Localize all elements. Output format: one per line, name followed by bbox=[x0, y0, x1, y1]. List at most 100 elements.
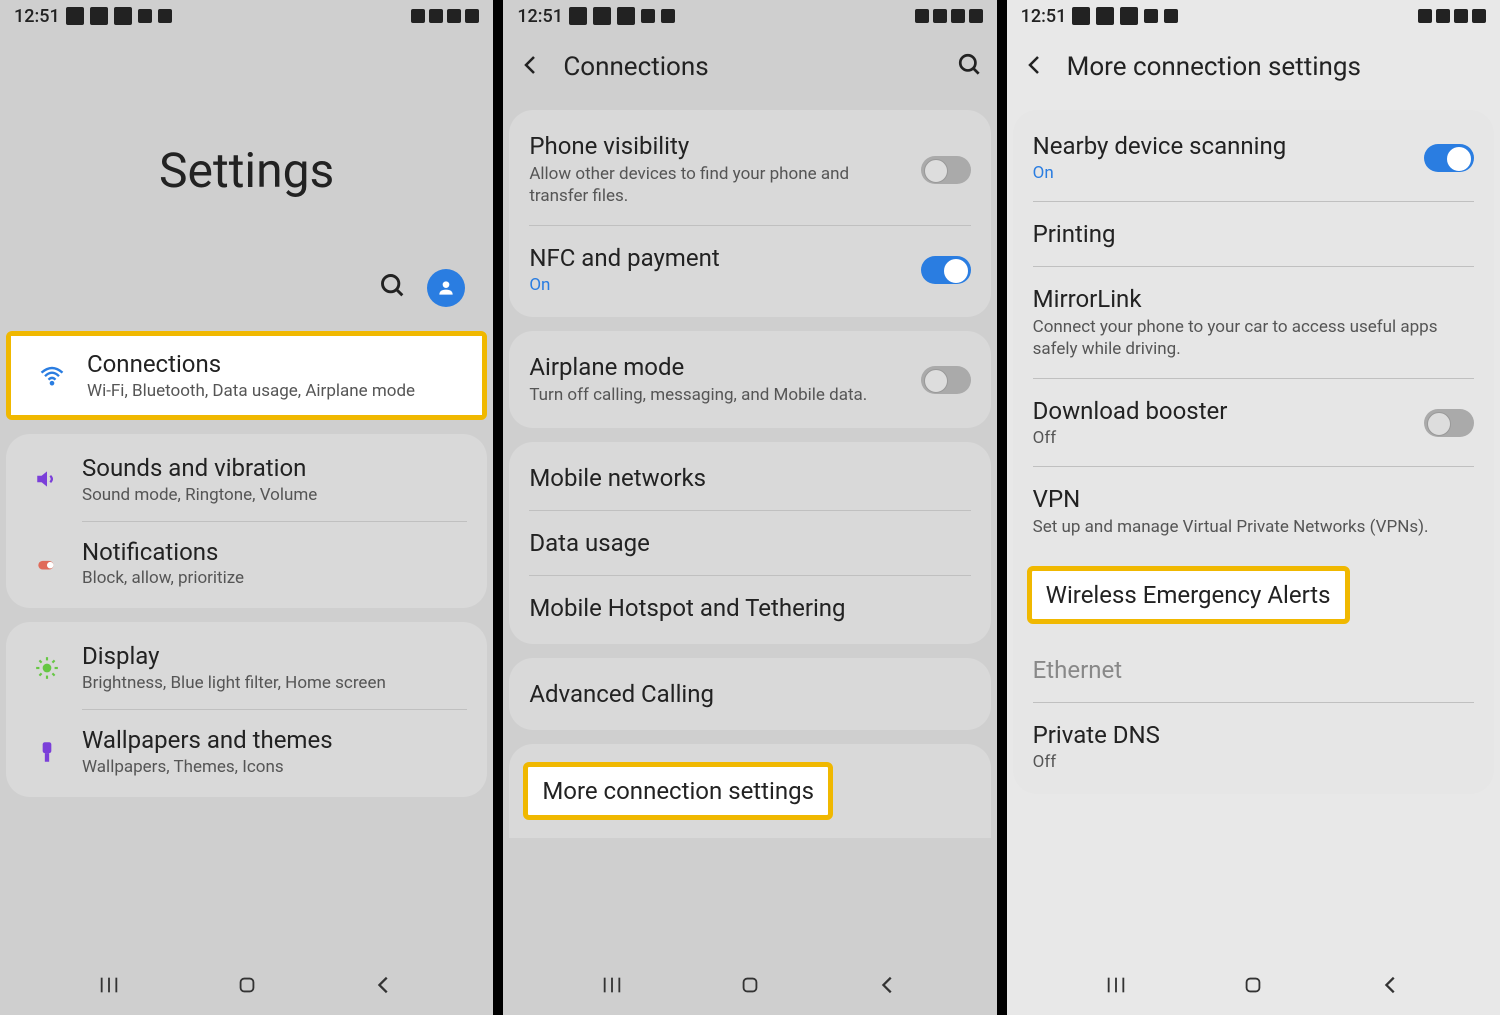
settings-item-wallpapers[interactable]: Wallpapers and themes Wallpapers, Themes… bbox=[26, 710, 467, 793]
item-title: Sounds and vibration bbox=[82, 454, 467, 483]
item-sub: Sound mode, Ringtone, Volume bbox=[82, 485, 467, 505]
flipboard-icon bbox=[66, 7, 84, 25]
back-icon[interactable] bbox=[1023, 53, 1047, 81]
speaker-icon bbox=[26, 466, 68, 492]
row-title: Mobile networks bbox=[529, 464, 970, 492]
battery-icon bbox=[969, 9, 983, 23]
row-sub: Turn off calling, messaging, and Mobile … bbox=[529, 384, 910, 406]
4g-icon bbox=[1436, 9, 1450, 23]
row-sub: Connect your phone to your car to access… bbox=[1033, 316, 1474, 360]
back-button[interactable] bbox=[1380, 974, 1402, 1000]
row-mirrorlink[interactable]: MirrorLink Connect your phone to your ca… bbox=[1033, 267, 1474, 378]
item-title: Connections bbox=[87, 350, 462, 379]
wifi-icon bbox=[1418, 9, 1432, 23]
brush-icon bbox=[26, 739, 68, 765]
status-time: 12:51 bbox=[1021, 6, 1067, 27]
row-title: Download booster bbox=[1033, 397, 1414, 425]
row-advanced-calling[interactable]: Advanced Calling bbox=[529, 662, 970, 726]
search-icon[interactable] bbox=[379, 272, 407, 304]
toggle-nfc[interactable] bbox=[921, 256, 971, 284]
toggle-airplane[interactable] bbox=[921, 366, 971, 394]
nav-bar bbox=[1007, 959, 1500, 1015]
signal-icon bbox=[951, 9, 965, 23]
recents-button[interactable] bbox=[98, 974, 120, 1000]
screen-more-connections: 12:51 More connection settings Nearby de… bbox=[1007, 0, 1500, 1015]
row-wireless-emergency[interactable]: Wireless Emergency Alerts bbox=[1033, 556, 1474, 638]
flipboard-icon bbox=[90, 7, 108, 25]
item-sub: Block, allow, prioritize bbox=[82, 568, 467, 588]
wifi-icon bbox=[31, 361, 73, 389]
row-title: NFC and payment bbox=[529, 244, 910, 272]
back-button[interactable] bbox=[877, 974, 899, 1000]
row-sub: Set up and manage Virtual Private Networ… bbox=[1033, 516, 1474, 538]
row-data-usage[interactable]: Data usage bbox=[529, 511, 970, 575]
item-sub: Brightness, Blue light filter, Home scre… bbox=[82, 673, 467, 693]
row-hotspot[interactable]: Mobile Hotspot and Tethering bbox=[529, 576, 970, 640]
row-title: Printing bbox=[1033, 220, 1474, 248]
item-sub: Wi-Fi, Bluetooth, Data usage, Airplane m… bbox=[87, 381, 462, 401]
battery-icon bbox=[465, 9, 479, 23]
app-icon bbox=[138, 9, 152, 23]
item-sub: Wallpapers, Themes, Icons bbox=[82, 757, 467, 777]
settings-item-connections[interactable]: Connections Wi-Fi, Bluetooth, Data usage… bbox=[6, 331, 487, 420]
app-icon bbox=[1164, 9, 1178, 23]
toggle-download-booster[interactable] bbox=[1424, 409, 1474, 437]
page-title: Settings bbox=[0, 142, 493, 199]
row-airplane-mode[interactable]: Airplane mode Turn off calling, messagin… bbox=[529, 335, 970, 424]
status-bar: 12:51 bbox=[1007, 0, 1500, 32]
row-title: Mobile Hotspot and Tethering bbox=[529, 594, 970, 622]
flipboard-icon bbox=[569, 7, 587, 25]
flipboard-icon bbox=[1096, 7, 1114, 25]
search-icon[interactable] bbox=[957, 52, 983, 82]
page-title: Connections bbox=[563, 52, 708, 82]
flipboard-icon bbox=[1120, 7, 1138, 25]
settings-item-notifications[interactable]: Notifications Block, allow, prioritize bbox=[26, 522, 467, 605]
app-icon bbox=[661, 9, 675, 23]
row-title: Ethernet bbox=[1033, 656, 1474, 684]
settings-item-sounds[interactable]: Sounds and vibration Sound mode, Rington… bbox=[26, 438, 467, 521]
recents-button[interactable] bbox=[601, 974, 623, 1000]
status-bar: 12:51 bbox=[503, 0, 996, 32]
row-vpn[interactable]: VPN Set up and manage Virtual Private Ne… bbox=[1033, 467, 1474, 556]
back-icon[interactable] bbox=[519, 53, 543, 81]
flipboard-icon bbox=[114, 7, 132, 25]
row-nearby-scanning[interactable]: Nearby device scanning On bbox=[1033, 114, 1474, 201]
recents-button[interactable] bbox=[1105, 974, 1127, 1000]
row-title: Nearby device scanning bbox=[1033, 132, 1414, 160]
battery-icon bbox=[1472, 9, 1486, 23]
row-title: Airplane mode bbox=[529, 353, 910, 381]
row-title: VPN bbox=[1033, 485, 1474, 513]
row-private-dns[interactable]: Private DNS Off bbox=[1033, 703, 1474, 790]
home-button[interactable] bbox=[739, 974, 761, 1000]
row-title: Data usage bbox=[529, 529, 970, 557]
row-title: MirrorLink bbox=[1033, 285, 1474, 313]
row-status: Off bbox=[1033, 752, 1474, 772]
row-status: Off bbox=[1033, 428, 1414, 448]
row-title: Wireless Emergency Alerts bbox=[1046, 581, 1331, 609]
toggle-nearby[interactable] bbox=[1424, 144, 1474, 172]
row-mobile-networks[interactable]: Mobile networks bbox=[529, 446, 970, 510]
page-header: Connections bbox=[503, 32, 996, 102]
back-button[interactable] bbox=[373, 974, 395, 1000]
row-more-connection-settings[interactable]: More connection settings bbox=[529, 748, 970, 834]
flipboard-icon bbox=[1072, 7, 1090, 25]
row-download-booster[interactable]: Download booster Off bbox=[1033, 379, 1474, 466]
home-button[interactable] bbox=[236, 974, 258, 1000]
4g-icon bbox=[429, 9, 443, 23]
row-title: More connection settings bbox=[542, 777, 814, 805]
row-status: On bbox=[1033, 163, 1414, 183]
row-printing[interactable]: Printing bbox=[1033, 202, 1474, 266]
status-time: 12:51 bbox=[14, 6, 60, 27]
status-time: 12:51 bbox=[517, 6, 563, 27]
app-icon bbox=[1144, 9, 1158, 23]
toggle-phone-visibility[interactable] bbox=[921, 156, 971, 184]
row-status: On bbox=[529, 275, 910, 295]
row-nfc[interactable]: NFC and payment On bbox=[529, 226, 970, 313]
row-phone-visibility[interactable]: Phone visibility Allow other devices to … bbox=[529, 114, 970, 225]
settings-item-display[interactable]: Display Brightness, Blue light filter, H… bbox=[26, 626, 467, 709]
app-icon bbox=[641, 9, 655, 23]
sun-icon bbox=[26, 655, 68, 681]
profile-avatar[interactable] bbox=[427, 269, 465, 307]
home-button[interactable] bbox=[1242, 974, 1264, 1000]
screen-settings: 12:51 Settings Connect bbox=[0, 0, 493, 1015]
